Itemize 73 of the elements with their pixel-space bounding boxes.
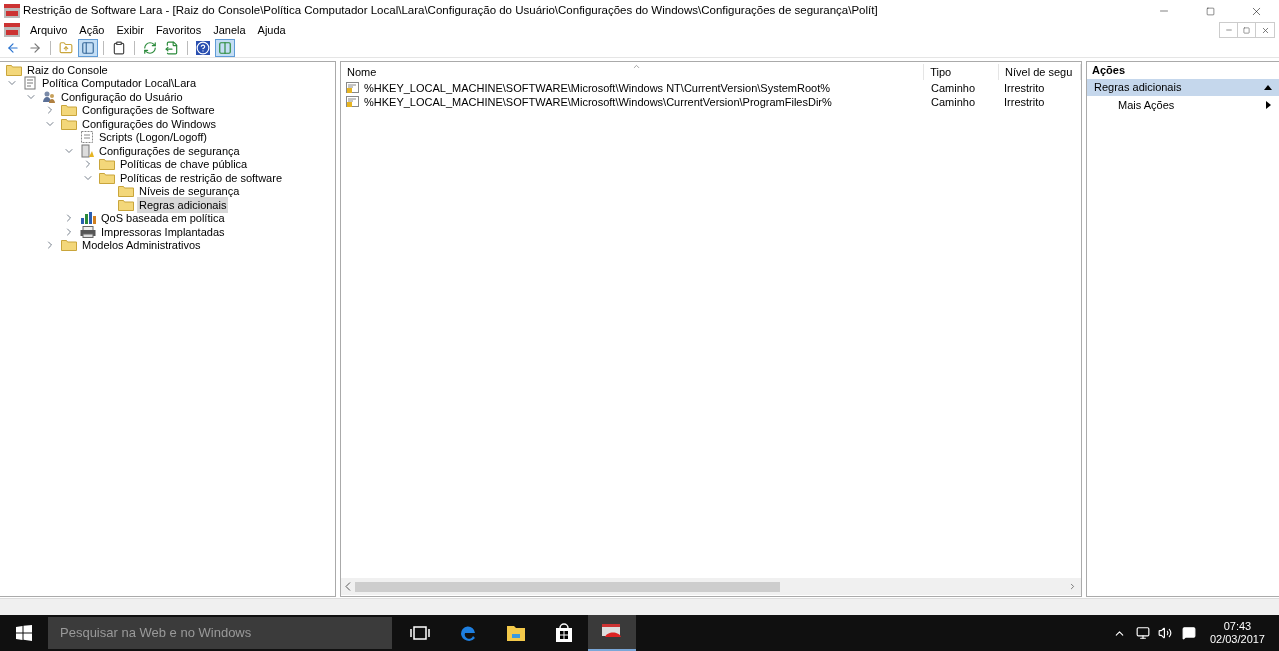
action-link[interactable]: Mais Ações [1118,96,1175,114]
folder-icon [61,239,77,252]
minimize-icon [1224,26,1233,34]
menu-item[interactable]: Ação [73,21,111,39]
close-icon [1260,25,1270,35]
folder-icon [6,63,22,76]
folder-icon [61,117,77,130]
folder-icon [61,104,77,117]
windows-logo-icon [16,625,32,641]
menu-item[interactable]: Ajuda [251,21,292,39]
column-header[interactable]: Nome [341,63,925,80]
clock[interactable]: 07:43 02/03/2017 [1209,620,1265,646]
printer-icon [80,225,96,238]
level-cell-text: Irrestrito [1003,94,1046,110]
scroll-right-icon[interactable] [1068,582,1077,591]
network-icon[interactable] [1135,626,1150,640]
tree-item[interactable]: Modelos Administrativos [80,237,203,254]
help-icon [196,40,210,55]
volume-icon[interactable] [1157,626,1172,640]
clock-date: 02/03/2017 [1209,633,1265,646]
scroll-left-icon[interactable] [345,582,351,591]
sort-indicator-icon [632,62,641,71]
menu-item[interactable]: Favoritos [149,21,208,39]
tree-item[interactable]: Regras adicionais [137,196,229,213]
search-field[interactable]: Pesquisar na Web e no Windows [48,617,392,649]
document-icon [23,76,37,91]
menu-item[interactable]: Exibir [110,21,150,39]
app-icon [4,4,20,18]
path-cell-text: %HKEY_LOCAL_MACHINE\SOFTWARE\Microsoft\Windows NT\CurrentVersion\SystemRoot% [363,80,831,96]
bar-chart-icon [80,212,96,225]
panel-icon [81,40,95,55]
restore-icon [1205,6,1215,16]
folder-icon [118,198,134,211]
clipboard-icon [112,40,126,55]
restore-icon [1243,26,1250,34]
action-pane-button[interactable] [215,38,235,57]
forward-icon [28,40,42,55]
collapse-icon [1264,85,1272,90]
column-header[interactable]: Tipo [924,63,1000,80]
section-title: Regras adicionais [1094,80,1182,96]
notifications-icon[interactable] [1181,626,1196,640]
clock-time: 07:43 [1223,620,1252,633]
window-title: Restrição de Software Lara - [Raiz do Console\Política Computador Local\Lara\Configuração do Usuário\Configurações do Windows\Configurações de segurança\Polít] [23,3,879,19]
actions-section-header[interactable]: Regras adicionais [1087,79,1279,96]
folder-icon [118,185,134,198]
menu-item[interactable]: Janela [207,21,252,39]
tree-item[interactable]: Raiz do Console [25,62,110,78]
folder-icon [506,624,526,642]
type-cell-text: Caminho [930,94,977,110]
help-button[interactable] [193,38,213,57]
folder-up-icon [59,40,73,55]
app-icon [4,23,20,37]
back-icon [6,40,20,55]
actions-title: Ações [1091,63,1127,79]
column-header[interactable]: Nível de segu [999,63,1081,80]
users-icon [42,89,56,104]
shopping-bag-icon [554,623,574,643]
show-tree-button[interactable] [78,38,98,57]
path-cell-text: %HKEY_LOCAL_MACHINE\SOFTWARE\Microsoft\Windows\CurrentVersion\ProgramFilesDir% [363,94,833,110]
folder-icon [99,158,115,171]
horizontal-scrollbar[interactable] [341,578,1081,595]
security-icon [80,143,94,158]
script-icon [80,130,94,145]
submenu-arrow-icon [1266,101,1271,109]
panel-icon [218,40,232,55]
export-icon [165,40,179,55]
type-cell-text: Caminho [930,80,977,96]
folder-icon [99,171,115,184]
taskbar-app[interactable] [588,615,636,651]
task-view-icon [410,626,430,640]
level-cell-text: Irrestrito [1003,80,1046,96]
menu-item[interactable]: Arquivo [24,21,74,39]
refresh-icon [143,40,157,55]
